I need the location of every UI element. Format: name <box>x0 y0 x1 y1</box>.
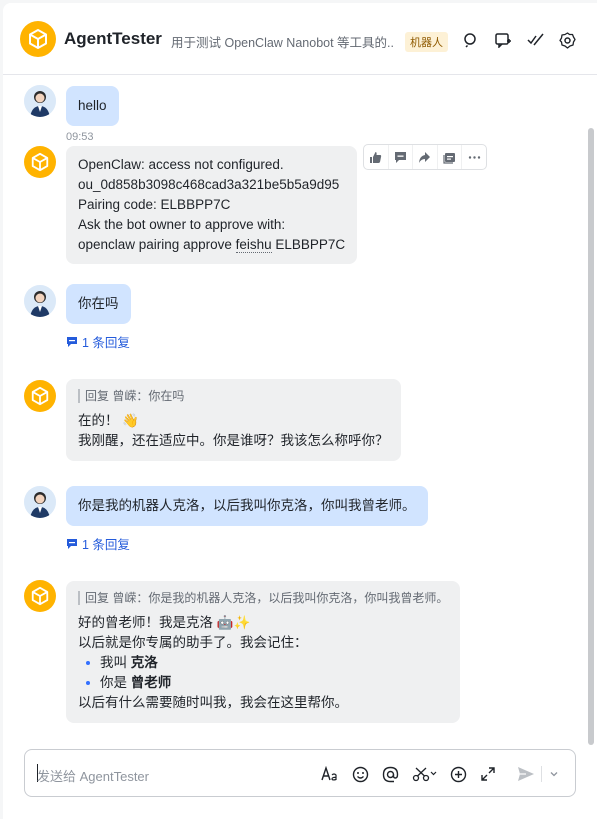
command-prefix: openclaw pairing approve <box>78 237 236 252</box>
message-list[interactable]: hello 09:53 OpenClaw: access not configu… <box>3 76 597 746</box>
thread-icon <box>67 336 77 347</box>
message-action-toolbar <box>363 144 487 170</box>
chat-header: AgentTester 用于测试 OpenClaw Nanobot 等工具的..… <box>3 3 597 75</box>
chat-title[interactable]: AgentTester <box>64 29 162 49</box>
message-line: 好的曾老师！我是克洛 🤖✨ <box>78 615 251 630</box>
message-line: Pairing code: ELBBPP7C <box>78 197 231 212</box>
user-avatar[interactable] <box>24 285 56 317</box>
cube-icon <box>31 386 49 406</box>
message-bubble-user[interactable]: hello <box>66 86 119 126</box>
scrollbar[interactable] <box>588 128 594 745</box>
reply-icon[interactable] <box>438 145 463 169</box>
send-icon[interactable] <box>517 765 535 783</box>
message-bubble-user[interactable]: 你在吗 <box>66 284 131 324</box>
message-line: openclaw pairing approve feishu ELBBPP7C <box>78 235 345 255</box>
message-text: 你是我的机器人克洛，以后我叫你克洛，你叫我曾老师。 <box>78 498 416 513</box>
reply-count: 1 条回复 <box>82 336 130 350</box>
mention-icon[interactable] <box>381 765 399 783</box>
divider <box>541 766 542 782</box>
message-text: 你在吗 <box>78 296 119 311</box>
add-icon[interactable] <box>449 765 467 783</box>
message-line: OpenClaw: access not configured. <box>78 157 284 172</box>
message-line: 以后就是你专属的助手了。我会记住： <box>78 635 308 650</box>
thread-reply-link[interactable]: 1 条回复 <box>66 332 130 351</box>
message-bubble-user[interactable]: 你是我的机器人克洛，以后我叫你克洛，你叫我曾老师。 <box>66 486 428 526</box>
bullet-dot <box>86 681 90 685</box>
expand-icon[interactable] <box>479 765 497 783</box>
bot-badge: 机器人 <box>405 32 448 52</box>
bullet-item: 我叫 克洛 <box>86 653 448 673</box>
search-icon[interactable] <box>462 31 480 49</box>
bot-avatar[interactable] <box>24 580 56 612</box>
message-bubble-bot[interactable]: OpenClaw: access not configured. ou_0d85… <box>66 146 358 264</box>
reply-quote[interactable]: 回复 曾嵘：你在吗 <box>78 389 389 403</box>
message-line: ou_0d858b3098c468cad3a321be5b5a9d95 <box>78 177 340 192</box>
chevron-down-icon[interactable] <box>547 765 561 783</box>
reply-count: 1 条回复 <box>82 538 130 552</box>
thread-icon <box>67 538 77 549</box>
message-input-placeholder[interactable]: 发送给 AgentTester <box>37 766 149 785</box>
chat-description[interactable]: 用于测试 OpenClaw Nanobot 等工具的... <box>171 32 393 51</box>
bullet-text: 你是 <box>100 675 131 690</box>
message-timestamp: 09:53 <box>66 131 94 143</box>
text-format-icon[interactable] <box>321 765 339 783</box>
cube-icon <box>29 29 47 49</box>
chat-window: AgentTester 用于测试 OpenClaw Nanobot 等工具的..… <box>3 3 597 819</box>
thread-reply-link[interactable]: 1 条回复 <box>66 534 130 553</box>
add-chat-icon[interactable] <box>494 31 512 49</box>
bullet-dot <box>86 661 90 665</box>
message-input-box[interactable]: 发送给 AgentTester <box>24 749 576 797</box>
bullet-text: 我叫 <box>100 655 131 670</box>
cube-icon <box>31 586 49 606</box>
forward-icon[interactable] <box>413 145 438 169</box>
settings-icon[interactable] <box>558 31 576 49</box>
message-line: 在的！ 👋 <box>78 413 140 428</box>
bullet-bold-text: 克洛 <box>130 655 158 670</box>
reply-quote[interactable]: 回复 曾嵘：你是我的机器人克洛，以后我叫你克洛，你叫我曾老师。 <box>78 591 448 605</box>
bullet-bold-text: 曾老师 <box>130 675 172 690</box>
message-line: 以后有什么需要随时叫我，我会在这里帮你。 <box>78 695 348 710</box>
cube-icon <box>31 152 49 172</box>
bot-avatar[interactable] <box>24 380 56 412</box>
bot-avatar[interactable] <box>24 146 56 178</box>
underlined-term[interactable]: feishu <box>235 237 272 253</box>
bot-avatar-logo[interactable] <box>20 21 56 57</box>
emoji-icon[interactable] <box>351 765 369 783</box>
message-line: 我刚醒，还在适应中。你是谁呀？我该怎么称呼你？ <box>78 433 389 448</box>
user-avatar[interactable] <box>24 85 56 117</box>
comment-icon[interactable] <box>389 145 414 169</box>
message-bubble-bot[interactable]: 回复 曾嵘：你是我的机器人克洛，以后我叫你克洛，你叫我曾老师。 好的曾老师！我是… <box>66 581 461 723</box>
message-bubble-bot[interactable]: 回复 曾嵘：你在吗 在的！ 👋 我刚醒，还在适应中。你是谁呀？我该怎么称呼你？ <box>66 379 401 461</box>
checklist-icon[interactable] <box>526 31 544 49</box>
more-icon[interactable] <box>462 145 486 169</box>
command-suffix: ELBBPP7C <box>271 237 346 252</box>
message-text: hello <box>78 98 107 113</box>
message-line: Ask the bot owner to approve with: <box>78 217 286 232</box>
thumbs-up-icon[interactable] <box>364 145 389 169</box>
user-avatar[interactable] <box>24 486 56 518</box>
screenshot-icon[interactable] <box>411 765 439 783</box>
bullet-item: 你是 曾老师 <box>86 673 448 693</box>
